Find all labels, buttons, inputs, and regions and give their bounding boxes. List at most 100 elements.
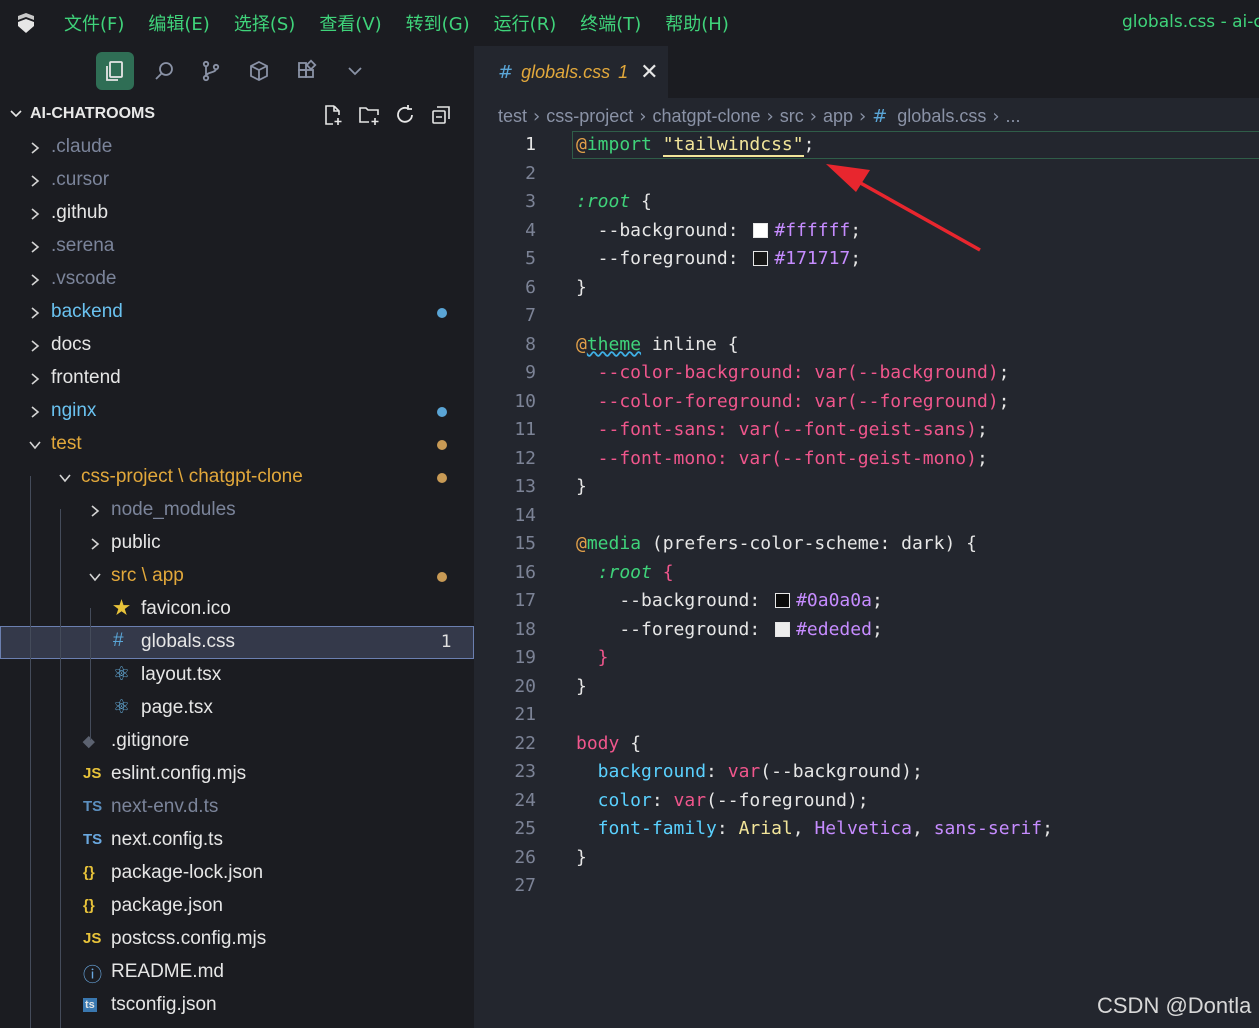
code-line[interactable]: 6} [474, 274, 1259, 303]
color-swatch[interactable] [775, 593, 791, 608]
code-line[interactable]: 22 body { [474, 730, 1259, 759]
menu-item[interactable]: 查看(V) [307, 10, 393, 36]
code-line[interactable]: 13} [474, 473, 1259, 502]
menu-item[interactable]: 文件(F) [52, 10, 136, 36]
tree-file[interactable]: ⓘ README.md [0, 956, 474, 989]
chevron-down-icon[interactable] [88, 570, 102, 584]
code-line[interactable]: 26} [474, 844, 1259, 873]
extensions-box-icon[interactable] [240, 52, 278, 90]
tree-file[interactable]: TS next-env.d.ts [0, 791, 474, 824]
breadcrumb-item[interactable]: globals.css [897, 106, 986, 127]
breadcrumb-item[interactable]: css-project [546, 106, 633, 127]
chevron-right-icon[interactable] [88, 504, 102, 518]
chevron-right-icon[interactable] [28, 207, 42, 221]
code-line[interactable]: 1 @import "tailwindcss"; [474, 131, 1259, 160]
chevron-right-icon[interactable] [88, 537, 102, 551]
tree-file[interactable]: {} package.json [0, 890, 474, 923]
code-line[interactable]: 20} [474, 673, 1259, 702]
chevron-right-icon[interactable] [28, 141, 42, 155]
refresh-icon[interactable] [393, 103, 417, 127]
menu-item[interactable]: 帮助(H) [653, 10, 741, 36]
chevron-down-icon[interactable] [28, 438, 42, 452]
tree-file[interactable]: JS eslint.config.mjs [0, 758, 474, 791]
chevron-right-icon[interactable] [28, 306, 42, 320]
chevron-right-icon[interactable] [28, 405, 42, 419]
code-line[interactable]: 2 [474, 160, 1259, 189]
tree-folder[interactable]: .github [0, 197, 474, 230]
source-control-icon[interactable] [192, 52, 230, 90]
code-line[interactable]: 25 font-family: Arial, Helvetica, sans-s… [474, 815, 1259, 844]
tree-folder[interactable]: .serena [0, 230, 474, 263]
search-icon[interactable] [145, 52, 183, 90]
explorer-icon[interactable] [96, 52, 134, 90]
menu-item[interactable]: 选择(S) [222, 10, 307, 36]
chevron-right-icon[interactable] [28, 240, 42, 254]
code-line[interactable]: 18 --foreground: #ededed; [474, 616, 1259, 645]
tree-folder[interactable]: nginx [0, 395, 474, 428]
tree-folder[interactable]: .cursor [0, 164, 474, 197]
code-line[interactable]: 12 --font-mono: var(--font-geist-mono); [474, 445, 1259, 474]
tab-globals-css[interactable]: # globals.css 1 ✕ [474, 46, 668, 98]
code-line[interactable]: 5 --foreground: #171717; [474, 245, 1259, 274]
tree-file[interactable]: JS postcss.config.mjs [0, 923, 474, 956]
code-line[interactable]: 24 color: var(--foreground); [474, 787, 1259, 816]
tree-file[interactable]: ⚛ layout.tsx [0, 659, 474, 692]
code-line[interactable]: 3:root { [474, 188, 1259, 217]
tree-folder[interactable]: .claude [0, 131, 474, 164]
breadcrumb-item[interactable]: src [780, 106, 804, 127]
breadcrumb-item[interactable]: chatgpt-clone [652, 106, 760, 127]
breadcrumb-item[interactable]: app [823, 106, 853, 127]
close-icon[interactable]: ✕ [640, 60, 658, 85]
tree-folder[interactable]: frontend [0, 362, 474, 395]
menu-item[interactable]: 终端(T) [568, 10, 653, 36]
chevron-right-icon[interactable] [28, 372, 42, 386]
code-line[interactable]: 10 --color-foreground: var(--foreground)… [474, 388, 1259, 417]
tree-file[interactable]: # globals.css 1 [0, 626, 474, 659]
tree-folder[interactable]: .vscode [0, 263, 474, 296]
menu-item[interactable]: 转到(G) [394, 10, 482, 36]
tree-folder[interactable]: src \ app [0, 560, 474, 593]
code-line[interactable]: 15 @media (prefers-color-scheme: dark) { [474, 530, 1259, 559]
chevron-right-icon[interactable] [28, 273, 42, 287]
new-folder-icon[interactable] [357, 103, 381, 127]
tree-folder[interactable]: node_modules [0, 494, 474, 527]
code-area[interactable]: 1 @import "tailwindcss"; 2 3:root {4 --back… [474, 131, 1259, 901]
code-line[interactable]: 23 background: var(--background); [474, 758, 1259, 787]
tree-file[interactable]: ★ favicon.ico [0, 593, 474, 626]
tree-folder[interactable]: docs [0, 329, 474, 362]
color-swatch[interactable] [753, 251, 769, 266]
chevron-right-icon[interactable] [28, 174, 42, 188]
code-line[interactable]: 19 } [474, 644, 1259, 673]
explorer-header[interactable]: AI-CHATROOMS [0, 98, 474, 131]
chevron-down-icon[interactable] [58, 471, 72, 485]
chevron-right-icon[interactable] [28, 339, 42, 353]
code-line[interactable]: 4 --background: #ffffff; [474, 217, 1259, 246]
tree-file[interactable]: ◆ .gitignore [0, 725, 474, 758]
code-line[interactable]: 16 :root { [474, 559, 1259, 588]
code-line[interactable]: 11 --font-sans: var(--font-geist-sans); [474, 416, 1259, 445]
menu-item[interactable]: 编辑(E) [136, 10, 221, 36]
extensions-grid-icon[interactable] [288, 52, 326, 90]
code-line[interactable]: 8 @theme inline { [474, 331, 1259, 360]
color-swatch[interactable] [775, 621, 791, 637]
chevron-down-icon[interactable] [336, 52, 374, 90]
breadcrumb-item[interactable]: ... [1006, 106, 1021, 127]
breadcrumb-item[interactable]: test [498, 106, 527, 127]
code-line[interactable]: 9 --color-background: var(--background); [474, 359, 1259, 388]
new-file-icon[interactable] [321, 103, 345, 127]
code-line[interactable]: 14 [474, 502, 1259, 531]
tree-file[interactable]: TS next.config.ts [0, 824, 474, 857]
chevron-down-icon[interactable] [8, 106, 24, 122]
collapse-all-icon[interactable] [429, 103, 453, 127]
code-line[interactable]: 7 [474, 302, 1259, 331]
tree-file[interactable]: ts tsconfig.json [0, 989, 474, 1022]
tree-file[interactable]: ⚛ page.tsx [0, 692, 474, 725]
code-line[interactable]: 17 --background: #0a0a0a; [474, 587, 1259, 616]
tree-folder[interactable]: public [0, 527, 474, 560]
menu-item[interactable]: 运行(R) [482, 10, 569, 36]
tree-folder[interactable]: backend [0, 296, 474, 329]
code-line[interactable]: 27 [474, 872, 1259, 901]
tree-folder[interactable]: css-project \ chatgpt-clone [0, 461, 474, 494]
tree-folder[interactable]: test [0, 428, 474, 461]
color-swatch[interactable] [753, 222, 769, 238]
